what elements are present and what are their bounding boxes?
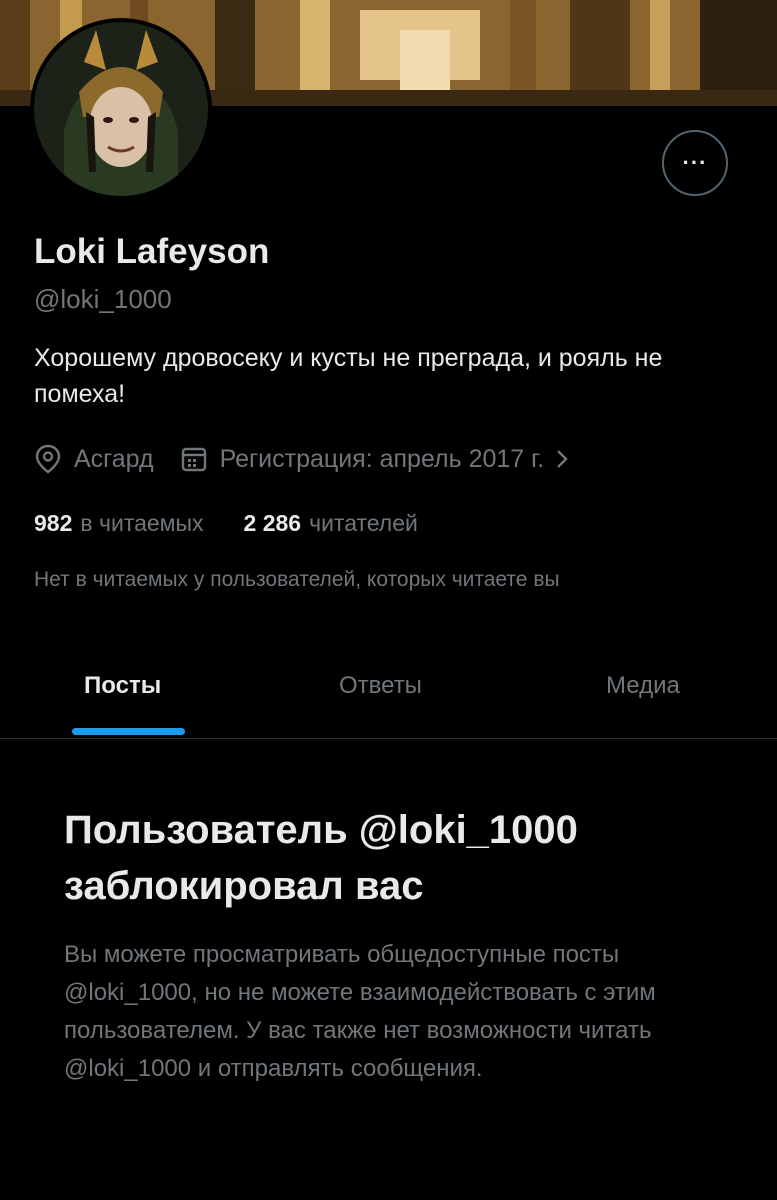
follow-stats: 982 в читаемых 2 286 читателей xyxy=(34,510,458,537)
profile-bio: Хорошему дровосеку и кусты не преграда, … xyxy=(34,344,663,408)
location-text: Асгард xyxy=(74,444,154,473)
blocked-description: Вы можете просматривать общедоступные по… xyxy=(64,941,656,1082)
location-pin-icon xyxy=(35,444,61,474)
followers-label: читателей xyxy=(309,510,418,536)
avatar[interactable] xyxy=(30,18,212,200)
joined-item[interactable]: Регистрация: апрель 2017 г. xyxy=(180,445,571,474)
following-count: 982 xyxy=(34,510,73,536)
more-dots-icon: ··· xyxy=(682,150,708,175)
tab-media[interactable]: Медиа xyxy=(606,672,680,700)
blocked-title: Пользователь @loki_1000 заблокировал вас xyxy=(64,808,578,908)
location-item: Асгард xyxy=(34,444,154,474)
profile-tabs: Посты Ответы Медиа xyxy=(0,652,777,739)
active-tab-indicator xyxy=(72,728,185,735)
following-link[interactable]: 982 в читаемых xyxy=(34,510,204,537)
more-options-button[interactable]: ··· xyxy=(662,130,728,196)
tab-replies[interactable]: Ответы xyxy=(339,672,422,700)
joined-text: Регистрация: апрель 2017 г. xyxy=(219,444,545,473)
tab-posts[interactable]: Посты xyxy=(84,672,161,700)
following-label: в читаемых xyxy=(80,510,204,536)
avatar-image xyxy=(34,22,208,196)
followers-link[interactable]: 2 286 читателей xyxy=(244,510,418,537)
common-followers-text: Нет в читаемых у пользователей, которых … xyxy=(34,568,560,591)
followers-count: 2 286 xyxy=(243,510,302,536)
profile-handle: @loki_1000 xyxy=(34,284,172,314)
profile-name: Loki Lafeyson xyxy=(34,232,270,271)
calendar-icon xyxy=(181,447,206,472)
chevron-right-icon xyxy=(557,450,568,468)
profile-meta: Асгард Регистрация: апрель 2017 г. xyxy=(34,444,596,474)
